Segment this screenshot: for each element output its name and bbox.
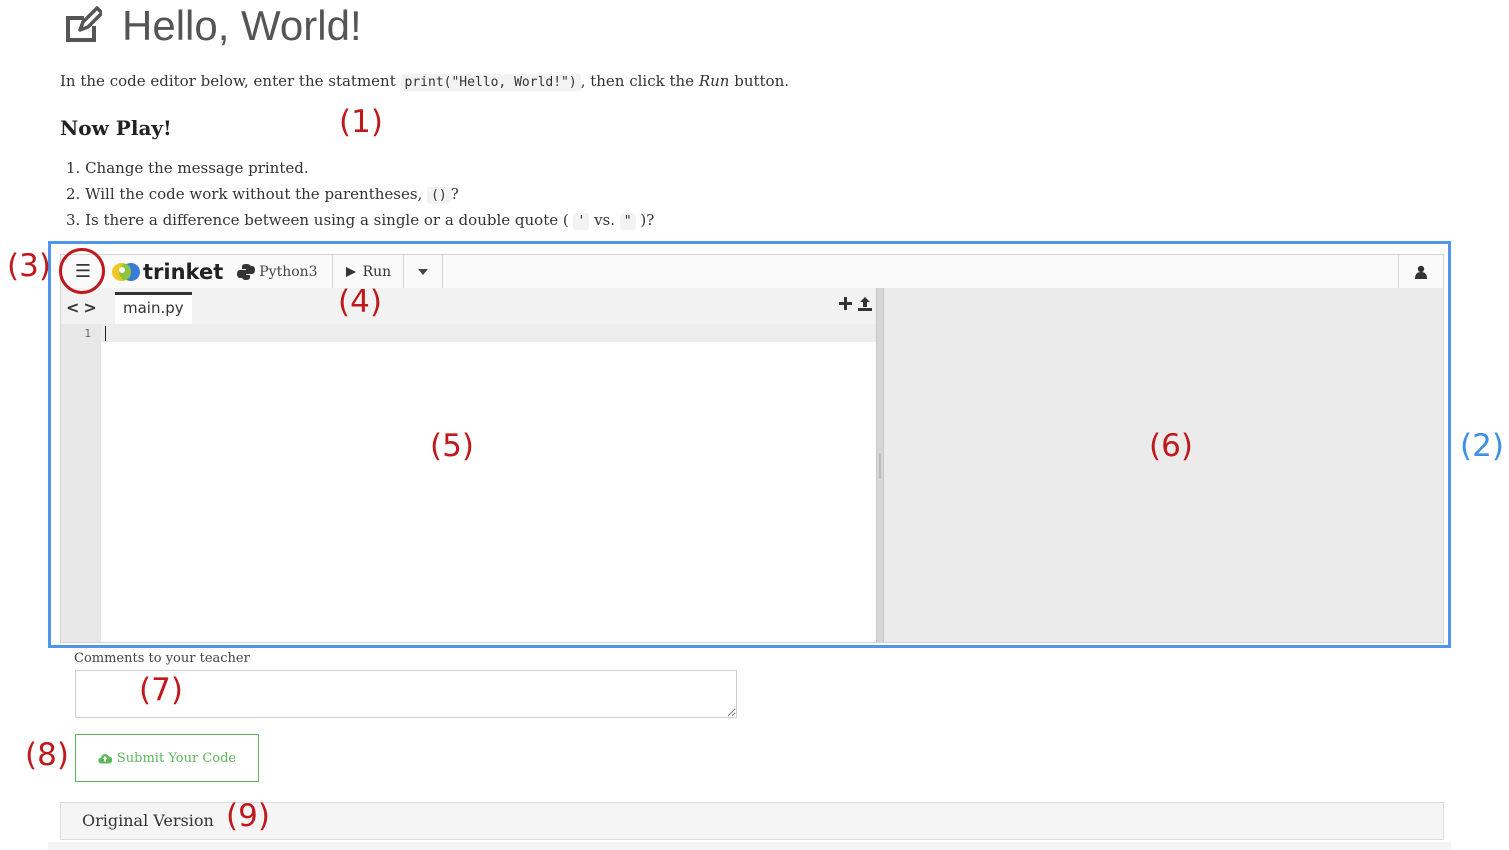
bottom-strip: [48, 842, 1451, 850]
page-header: Hello, World!: [62, 2, 362, 50]
step-3-code-double: ": [619, 213, 636, 230]
list-item: 2. Will the code work without the parent…: [66, 182, 654, 208]
intro-run-word: Run: [698, 72, 730, 90]
annotation-outline-editor: [48, 241, 1451, 648]
intro-text-middle: , then click the: [580, 72, 699, 90]
annotation-3: (3): [7, 248, 51, 284]
annotation-5: (5): [430, 428, 474, 464]
annotation-4: (4): [338, 284, 382, 320]
step-1-text: 1. Change the message printed.: [66, 159, 309, 177]
submit-code-button[interactable]: Submit Your Code: [75, 734, 259, 782]
annotation-7: (7): [139, 672, 183, 708]
annotation-6: (6): [1149, 428, 1193, 464]
step-3-mid: vs.: [589, 211, 620, 229]
step-2-end: ?: [450, 185, 459, 203]
intro-code: print("Hello, World!"): [400, 74, 581, 91]
edit-icon: [66, 6, 102, 42]
step-3-code-single: ': [573, 213, 590, 230]
submit-label: Submit Your Code: [116, 750, 237, 766]
comments-label: Comments to your teacher: [74, 651, 250, 666]
section-heading: Now Play!: [60, 116, 172, 140]
list-item: 3. Is there a difference between using a…: [66, 208, 654, 234]
list-item: 1. Change the message printed.: [66, 156, 654, 182]
step-2-text: 2. Will the code work without the parent…: [66, 185, 428, 203]
annotation-9: (9): [226, 798, 270, 834]
step-2-code: (): [427, 187, 451, 204]
intro-text-end: button.: [729, 72, 789, 90]
step-3-text: 3. Is there a difference between using a…: [66, 211, 574, 229]
intro-text-start: In the code editor below, enter the stat…: [60, 72, 401, 90]
annotation-1: (1): [339, 104, 383, 140]
original-version-label: Original Version: [82, 811, 214, 830]
annotation-2: (2): [1460, 428, 1504, 464]
step-3-end: )?: [635, 211, 655, 229]
steps-list: 1. Change the message printed. 2. Will t…: [66, 156, 654, 234]
cloud-upload-icon: [98, 753, 112, 764]
annotation-circle-menu: [59, 248, 105, 294]
page-title: Hello, World!: [122, 2, 362, 49]
annotation-8: (8): [25, 737, 69, 773]
intro-text: In the code editor below, enter the stat…: [60, 72, 789, 91]
